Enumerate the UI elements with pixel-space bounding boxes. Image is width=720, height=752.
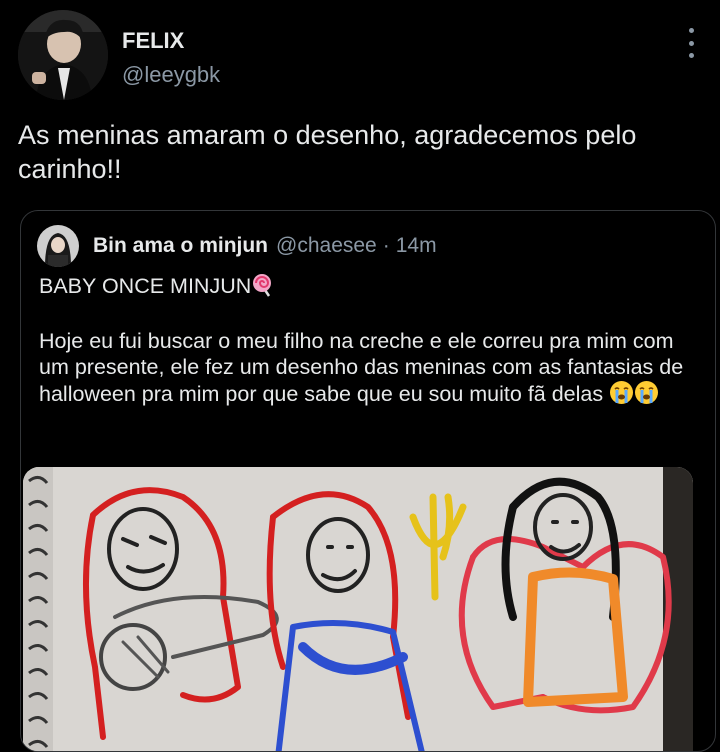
quoted-author-handle[interactable]: @chaesee: [276, 234, 377, 258]
separator-dot: ·: [382, 234, 390, 257]
drawing-image: [23, 467, 693, 751]
quoted-author-avatar[interactable]: [37, 225, 79, 267]
quoted-tweet-text: BABY ONCE MINJUN Hoje eu fui buscar o me…: [39, 273, 699, 412]
lollipop-icon: [251, 273, 275, 304]
author-handle[interactable]: @leeygbk: [122, 62, 220, 88]
quoted-author-name[interactable]: Bin ama o minjun: [93, 234, 268, 258]
tweet-header: FELIX @leeygbk: [18, 10, 708, 105]
quoted-tweet-header: Bin ama o minjun @chaesee · 14m: [37, 225, 437, 267]
avatar-photo: [18, 10, 108, 100]
crying-face-icon: [634, 380, 659, 412]
author-name[interactable]: FELIX: [122, 28, 184, 54]
author-avatar[interactable]: [18, 10, 108, 100]
quoted-avatar-photo: [37, 225, 79, 267]
tweet-text: As meninas amaram o desenho, agradecemos…: [18, 120, 637, 184]
quoted-tweet[interactable]: Bin ama o minjun @chaesee · 14m BABY ONC…: [20, 210, 716, 752]
more-vertical-icon[interactable]: [686, 28, 696, 58]
quoted-body-text: Hoje eu fui buscar o meu filho na creche…: [39, 329, 684, 406]
crying-face-icon: [609, 380, 634, 412]
quoted-time[interactable]: 14m: [396, 234, 437, 258]
attached-drawing-photo[interactable]: [23, 467, 693, 751]
quoted-title-text: BABY ONCE MINJUN: [39, 274, 252, 298]
